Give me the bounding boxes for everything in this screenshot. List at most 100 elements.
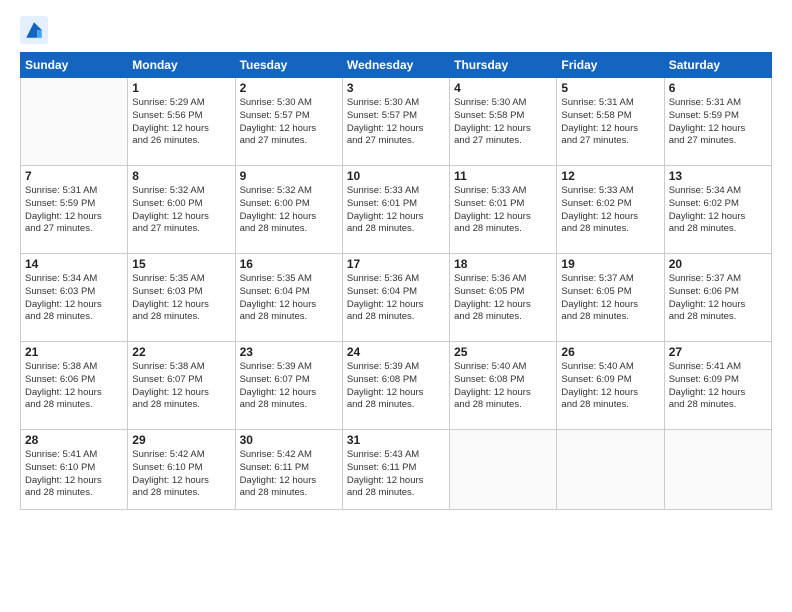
calendar-cell: 20 Sunrise: 5:37 AM Sunset: 6:06 PM Dayli… — [664, 254, 771, 342]
day-number: 13 — [669, 169, 767, 183]
day-info: Sunrise: 5:29 AM Sunset: 5:56 PM Dayligh… — [132, 97, 230, 148]
day-info: Sunrise: 5:40 AM Sunset: 6:09 PM Dayligh… — [561, 361, 659, 412]
calendar-cell — [450, 430, 557, 510]
day-number: 19 — [561, 257, 659, 271]
calendar-cell: 17 Sunrise: 5:36 AM Sunset: 6:04 PM Dayli… — [342, 254, 449, 342]
day-number: 28 — [25, 433, 123, 447]
day-info: Sunrise: 5:42 AM Sunset: 6:11 PM Dayligh… — [240, 449, 338, 500]
day-number: 12 — [561, 169, 659, 183]
day-number: 21 — [25, 345, 123, 359]
calendar-day-header: Sunday — [21, 53, 128, 78]
header — [20, 16, 772, 44]
day-number: 5 — [561, 81, 659, 95]
day-number: 10 — [347, 169, 445, 183]
calendar-cell: 8Sunrise: 5:32 AM Sunset: 6:00 PM Daylig… — [128, 166, 235, 254]
day-number: 22 — [132, 345, 230, 359]
day-info: Sunrise: 5:32 AM Sunset: 6:00 PM Dayligh… — [240, 185, 338, 236]
day-info: Sunrise: 5:38 AM Sunset: 6:07 PM Dayligh… — [132, 361, 230, 412]
calendar-cell: 1 Sunrise: 5:29 AM Sunset: 5:56 PM Daylig… — [128, 78, 235, 166]
calendar-cell: 12 Sunrise: 5:33 AM Sunset: 6:02 PM Dayli… — [557, 166, 664, 254]
calendar-cell: 16Sunrise: 5:35 AM Sunset: 6:04 PM Dayli… — [235, 254, 342, 342]
day-info: Sunrise: 5:38 AM Sunset: 6:06 PM Dayligh… — [25, 361, 123, 412]
day-number: 31 — [347, 433, 445, 447]
day-number: 24 — [347, 345, 445, 359]
day-info: Sunrise: 5:30 AM Sunset: 5:58 PM Dayligh… — [454, 97, 552, 148]
day-number: 1 — [132, 81, 230, 95]
day-info: Sunrise: 5:34 AM Sunset: 6:03 PM Dayligh… — [25, 273, 123, 324]
day-info: Sunrise: 5:32 AM Sunset: 6:00 PM Dayligh… — [132, 185, 230, 236]
day-info: Sunrise: 5:31 AM Sunset: 5:59 PM Dayligh… — [25, 185, 123, 236]
calendar-cell: 18Sunrise: 5:36 AM Sunset: 6:05 PM Dayli… — [450, 254, 557, 342]
day-number: 14 — [25, 257, 123, 271]
logo-icon — [20, 16, 48, 44]
day-info: Sunrise: 5:37 AM Sunset: 6:06 PM Dayligh… — [669, 273, 767, 324]
calendar-day-header: Tuesday — [235, 53, 342, 78]
calendar-cell: 15 Sunrise: 5:35 AM Sunset: 6:03 PM Dayli… — [128, 254, 235, 342]
calendar-cell: 7Sunrise: 5:31 AM Sunset: 5:59 PM Daylig… — [21, 166, 128, 254]
calendar-cell: 28 Sunrise: 5:41 AM Sunset: 6:10 PM Dayli… — [21, 430, 128, 510]
day-info: Sunrise: 5:37 AM Sunset: 6:05 PM Dayligh… — [561, 273, 659, 324]
calendar-day-header: Thursday — [450, 53, 557, 78]
calendar-day-header: Saturday — [664, 53, 771, 78]
calendar-cell: 31 Sunrise: 5:43 AM Sunset: 6:11 PM Dayli… — [342, 430, 449, 510]
logo — [20, 16, 50, 44]
day-info: Sunrise: 5:35 AM Sunset: 6:03 PM Dayligh… — [132, 273, 230, 324]
calendar-day-header: Monday — [128, 53, 235, 78]
day-number: 18 — [454, 257, 552, 271]
day-info: Sunrise: 5:41 AM Sunset: 6:10 PM Dayligh… — [25, 449, 123, 500]
day-number: 30 — [240, 433, 338, 447]
calendar-week-row: 28 Sunrise: 5:41 AM Sunset: 6:10 PM Dayli… — [21, 430, 772, 510]
day-number: 11 — [454, 169, 552, 183]
calendar-week-row: 21 Sunrise: 5:38 AM Sunset: 6:06 PM Dayli… — [21, 342, 772, 430]
day-info: Sunrise: 5:31 AM Sunset: 5:58 PM Dayligh… — [561, 97, 659, 148]
day-info: Sunrise: 5:36 AM Sunset: 6:04 PM Dayligh… — [347, 273, 445, 324]
calendar-week-row: 14 Sunrise: 5:34 AM Sunset: 6:03 PM Dayli… — [21, 254, 772, 342]
calendar-week-row: 7Sunrise: 5:31 AM Sunset: 5:59 PM Daylig… — [21, 166, 772, 254]
day-number: 15 — [132, 257, 230, 271]
day-number: 27 — [669, 345, 767, 359]
day-number: 26 — [561, 345, 659, 359]
calendar: SundayMondayTuesdayWednesdayThursdayFrid… — [20, 52, 772, 510]
day-info: Sunrise: 5:33 AM Sunset: 6:02 PM Dayligh… — [561, 185, 659, 236]
calendar-cell: 6Sunrise: 5:31 AM Sunset: 5:59 PM Daylig… — [664, 78, 771, 166]
day-number: 2 — [240, 81, 338, 95]
day-info: Sunrise: 5:33 AM Sunset: 6:01 PM Dayligh… — [454, 185, 552, 236]
day-info: Sunrise: 5:42 AM Sunset: 6:10 PM Dayligh… — [132, 449, 230, 500]
calendar-cell: 30 Sunrise: 5:42 AM Sunset: 6:11 PM Dayli… — [235, 430, 342, 510]
calendar-cell: 29Sunrise: 5:42 AM Sunset: 6:10 PM Dayli… — [128, 430, 235, 510]
day-info: Sunrise: 5:43 AM Sunset: 6:11 PM Dayligh… — [347, 449, 445, 500]
calendar-day-header: Wednesday — [342, 53, 449, 78]
day-number: 3 — [347, 81, 445, 95]
calendar-cell: 25Sunrise: 5:40 AM Sunset: 6:08 PM Dayli… — [450, 342, 557, 430]
calendar-cell: 4 Sunrise: 5:30 AM Sunset: 5:58 PM Daylig… — [450, 78, 557, 166]
calendar-cell: 26 Sunrise: 5:40 AM Sunset: 6:09 PM Dayli… — [557, 342, 664, 430]
day-info: Sunrise: 5:34 AM Sunset: 6:02 PM Dayligh… — [669, 185, 767, 236]
day-number: 17 — [347, 257, 445, 271]
calendar-cell: 11 Sunrise: 5:33 AM Sunset: 6:01 PM Dayli… — [450, 166, 557, 254]
day-info: Sunrise: 5:41 AM Sunset: 6:09 PM Dayligh… — [669, 361, 767, 412]
day-info: Sunrise: 5:33 AM Sunset: 6:01 PM Dayligh… — [347, 185, 445, 236]
page: SundayMondayTuesdayWednesdayThursdayFrid… — [0, 0, 792, 612]
day-number: 9 — [240, 169, 338, 183]
calendar-cell — [664, 430, 771, 510]
calendar-cell: 9 Sunrise: 5:32 AM Sunset: 6:00 PM Daylig… — [235, 166, 342, 254]
calendar-cell: 22 Sunrise: 5:38 AM Sunset: 6:07 PM Dayli… — [128, 342, 235, 430]
day-number: 20 — [669, 257, 767, 271]
calendar-cell: 21 Sunrise: 5:38 AM Sunset: 6:06 PM Dayli… — [21, 342, 128, 430]
day-number: 23 — [240, 345, 338, 359]
calendar-cell: 27 Sunrise: 5:41 AM Sunset: 6:09 PM Dayli… — [664, 342, 771, 430]
calendar-cell: 13 Sunrise: 5:34 AM Sunset: 6:02 PM Dayli… — [664, 166, 771, 254]
calendar-cell: 2Sunrise: 5:30 AM Sunset: 5:57 PM Daylig… — [235, 78, 342, 166]
calendar-cell: 10 Sunrise: 5:33 AM Sunset: 6:01 PM Dayli… — [342, 166, 449, 254]
day-info: Sunrise: 5:39 AM Sunset: 6:08 PM Dayligh… — [347, 361, 445, 412]
day-number: 4 — [454, 81, 552, 95]
day-info: Sunrise: 5:35 AM Sunset: 6:04 PM Dayligh… — [240, 273, 338, 324]
calendar-header-row: SundayMondayTuesdayWednesdayThursdayFrid… — [21, 53, 772, 78]
calendar-week-row: 1 Sunrise: 5:29 AM Sunset: 5:56 PM Daylig… — [21, 78, 772, 166]
calendar-cell: 19 Sunrise: 5:37 AM Sunset: 6:05 PM Dayli… — [557, 254, 664, 342]
calendar-cell: 23Sunrise: 5:39 AM Sunset: 6:07 PM Dayli… — [235, 342, 342, 430]
calendar-cell: 3Sunrise: 5:30 AM Sunset: 5:57 PM Daylig… — [342, 78, 449, 166]
calendar-cell: 14 Sunrise: 5:34 AM Sunset: 6:03 PM Dayli… — [21, 254, 128, 342]
calendar-cell: 5 Sunrise: 5:31 AM Sunset: 5:58 PM Daylig… — [557, 78, 664, 166]
day-number: 6 — [669, 81, 767, 95]
